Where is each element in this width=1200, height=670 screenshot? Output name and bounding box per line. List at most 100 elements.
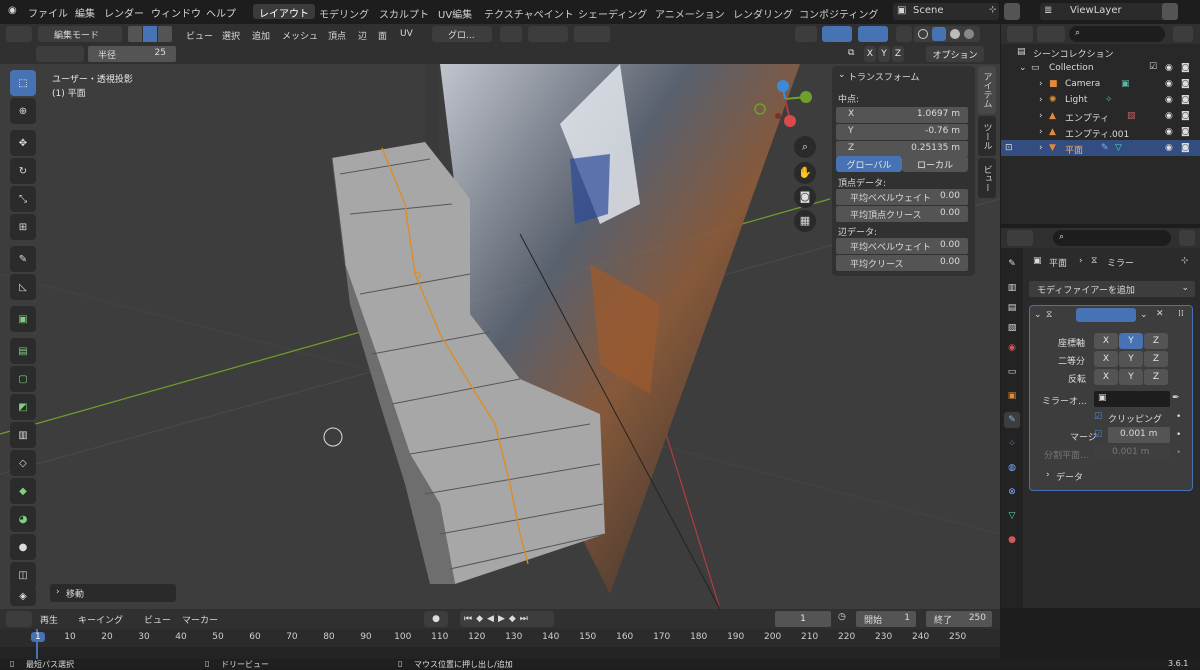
rendered-shading-icon[interactable] — [964, 29, 974, 39]
annotate-icon[interactable]: ✎ — [10, 246, 36, 272]
scene-tab-icon[interactable]: ◉ — [1004, 340, 1020, 356]
render-tab-icon[interactable]: ▥ — [1004, 280, 1020, 296]
timeline-type-icon[interactable] — [6, 611, 32, 627]
outliner-row-scene-collection[interactable]: ▤ シーンコレクション — [1001, 44, 1200, 60]
outliner-row-empty[interactable]: › ▲ エンプティ ▨ ◉ ◙ — [1001, 108, 1200, 124]
face-select-icon[interactable] — [158, 26, 172, 42]
extrude-icon[interactable]: ▤ — [10, 338, 36, 364]
merge-distance-field[interactable]: 0.001 m — [1108, 427, 1170, 443]
stopwatch-icon[interactable]: ◷ — [838, 612, 846, 622]
snap-icon[interactable] — [528, 26, 568, 42]
view-layer-tab-icon[interactable]: ▧ — [1004, 320, 1020, 336]
outliner-row-collection[interactable]: ⌄ ▭ Collection ☑ ◉ ◙ — [1001, 60, 1200, 76]
outliner-row-empty-001[interactable]: › ▲ エンプティ.001 ◉ ◙ — [1001, 124, 1200, 140]
ortho-grid-icon[interactable]: ▦ — [794, 210, 816, 232]
axis-z-toggle[interactable]: Z — [1144, 333, 1168, 349]
rotate-icon[interactable]: ↻ — [10, 158, 36, 184]
orientation-dropdown[interactable]: グロ... — [432, 26, 492, 42]
keyframe-dot-icon[interactable]: • — [1176, 412, 1181, 422]
keyframe-dot-icon[interactable]: • — [1176, 448, 1181, 458]
overlay-toggle-icon[interactable] — [858, 26, 888, 42]
tab-compositing[interactable]: コンポジティング — [793, 5, 884, 21]
chevron-down-icon[interactable]: ⌄ — [838, 70, 846, 80]
menu-face[interactable]: 面 — [378, 29, 387, 42]
camera-render-icon[interactable]: ◙ — [1181, 127, 1190, 137]
expand-right-icon[interactable]: › — [1039, 79, 1043, 89]
modifier-visibility-toggles[interactable] — [1076, 308, 1136, 322]
menu-edge[interactable]: 辺 — [358, 29, 367, 42]
vertex-crease-field[interactable]: 平均頂点クリース 0.00 — [836, 206, 968, 222]
drag-handle-icon[interactable]: ⁞⁞ — [1178, 309, 1184, 319]
select-mode-icons[interactable] — [36, 46, 84, 62]
keyframe-dot-icon[interactable]: • — [1176, 430, 1181, 440]
pin-icon[interactable]: ⊹ — [1181, 256, 1189, 266]
loop-cut-icon[interactable]: ▥ — [10, 422, 36, 448]
gizmo-toggle-icon[interactable] — [822, 26, 852, 42]
particles-tab-icon[interactable]: ⁘ — [1004, 436, 1020, 452]
camera-render-icon[interactable]: ◙ — [1181, 95, 1190, 105]
pin-icon[interactable]: ⊹ — [989, 5, 997, 15]
menu-playback[interactable]: 再生 — [40, 613, 58, 626]
outliner-row-plane[interactable]: ⊡ › ▼ 平面 ✎ ▽ ◉ ◙ — [1001, 140, 1200, 156]
3d-cursor[interactable] — [323, 427, 343, 447]
menu-view[interactable]: ビュー — [186, 29, 213, 42]
camera-render-icon[interactable]: ◙ — [1181, 143, 1190, 153]
tab-item[interactable]: アイテム — [978, 66, 996, 114]
chevron-down-icon[interactable]: ⌄ — [1034, 310, 1042, 320]
checkbox-icon[interactable]: ☑ — [1149, 62, 1157, 72]
expand-right-icon[interactable]: › — [1039, 143, 1043, 153]
measure-icon[interactable]: ◺ — [10, 274, 36, 300]
chevron-down-icon[interactable]: ⌄ — [1140, 310, 1148, 320]
viewlayer-selector[interactable]: ≣ ViewLayer — [1040, 3, 1178, 20]
camera-view-icon[interactable]: ◙ — [794, 186, 816, 208]
flip-z-toggle[interactable]: Z — [1144, 369, 1168, 385]
outliner-row-camera[interactable]: › ■ Camera ▣ ◉ ◙ — [1001, 76, 1200, 92]
eye-icon[interactable]: ◉ — [1165, 95, 1173, 105]
material-shading-icon[interactable] — [950, 29, 960, 39]
menu-keying[interactable]: キーイング — [78, 613, 123, 626]
axis-y-toggle[interactable]: Y — [878, 46, 890, 62]
pivot-icon[interactable] — [500, 26, 522, 42]
axis-y-toggle[interactable]: Y — [1119, 333, 1143, 349]
smooth-icon[interactable]: ● — [10, 534, 36, 560]
clipping-checkbox[interactable]: ☑ — [1094, 412, 1102, 422]
camera-render-icon[interactable]: ◙ — [1181, 79, 1190, 89]
current-frame-field[interactable]: 1 — [775, 611, 831, 627]
material-tab-icon[interactable]: ● — [1004, 532, 1020, 548]
tab-layout[interactable]: レイアウト — [253, 4, 315, 20]
tab-modeling[interactable]: モデリング — [313, 5, 375, 21]
poly-build-icon[interactable]: ◆ — [10, 478, 36, 504]
menu-edit[interactable]: 編集 — [75, 5, 95, 20]
menu-timeline-view[interactable]: ビュー — [144, 613, 171, 626]
expand-icon[interactable]: ⌄ — [1019, 63, 1027, 73]
close-icon[interactable]: ✕ — [1156, 309, 1164, 319]
constraints-tab-icon[interactable]: ⊗ — [1004, 484, 1020, 500]
xray-icon[interactable] — [896, 26, 912, 42]
spin-icon[interactable]: ◕ — [10, 506, 36, 532]
zoom-icon[interactable]: ⌕ — [794, 136, 816, 158]
mirror-object-field[interactable]: ▣ — [1094, 391, 1170, 407]
last-operator-panel[interactable]: › 移動 — [50, 584, 176, 602]
tab-sculpt[interactable]: スカルプト — [373, 5, 435, 21]
axis-z-toggle[interactable]: Z — [892, 46, 904, 62]
edge-bevel-weight-field[interactable]: 平均ベベルウェイト 0.00 — [836, 238, 968, 254]
expand-right-icon[interactable]: › — [1039, 127, 1043, 137]
tab-rendering[interactable]: レンダリング — [727, 5, 799, 21]
expand-right-icon[interactable]: › — [1039, 111, 1043, 121]
radius-field[interactable]: 半径 25 — [88, 46, 176, 62]
edge-select-icon[interactable] — [143, 26, 157, 42]
physics-tab-icon[interactable]: ◍ — [1004, 460, 1020, 476]
bevel-icon[interactable]: ◩ — [10, 394, 36, 420]
tab-uv-editing[interactable]: UV編集 — [432, 5, 478, 21]
tab-view[interactable]: ビュー — [978, 158, 996, 198]
median-y-field[interactable]: Y -0.76 m — [836, 124, 968, 140]
menu-file[interactable]: ファイル — [28, 5, 68, 20]
local-toggle[interactable]: ローカル — [902, 156, 968, 172]
menu-uv[interactable]: UV — [400, 29, 413, 39]
cursor-icon[interactable]: ⊕ — [10, 98, 36, 124]
expand-right-icon[interactable]: › — [1039, 95, 1043, 105]
output-tab-icon[interactable]: ▤ — [1004, 300, 1020, 316]
bisect-y-toggle[interactable]: Y — [1119, 351, 1143, 367]
tool-tab-icon[interactable]: ✎ — [1004, 256, 1020, 272]
scale-icon[interactable]: ⤡ — [10, 186, 36, 212]
